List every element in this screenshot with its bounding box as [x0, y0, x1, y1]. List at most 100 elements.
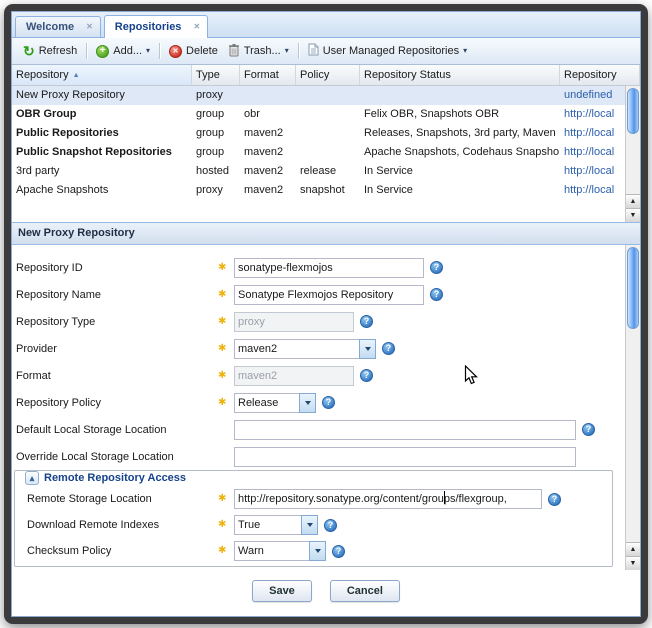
table-row[interactable]: Apache Snapshots proxy maven2 snapshot I… [12, 181, 625, 200]
cell-policy [296, 105, 360, 124]
repository-policy-combobox[interactable] [234, 392, 316, 413]
help-icon[interactable]: ? [324, 518, 337, 532]
help-icon[interactable]: ? [332, 544, 345, 558]
cell-status [360, 86, 560, 105]
field-label: Repository Name [16, 288, 101, 301]
tab-repositories[interactable]: Repositories ✕ [103, 15, 209, 38]
field-label: Remote Storage Location [27, 493, 152, 505]
grid-header: Repository ▲ Type Format Policy Reposito… [12, 65, 640, 86]
table-row[interactable]: New Proxy Repository proxy undefined [12, 86, 625, 105]
field-label: Download Remote Indexes [27, 519, 160, 531]
default-local-storage-input[interactable] [234, 419, 576, 440]
table-row[interactable]: Public Repositories group maven2 Release… [12, 124, 625, 143]
collapse-toggle[interactable]: ▴ [25, 471, 39, 485]
required-star-icon: ✱ [218, 545, 227, 556]
form-scrollbar[interactable]: ▲ ▼ [625, 245, 640, 570]
scroll-up-button[interactable]: ▲ [626, 194, 640, 208]
tab-welcome[interactable]: Welcome ✕ [15, 16, 101, 37]
help-icon[interactable]: ? [430, 288, 443, 301]
delete-label: Delete [186, 45, 218, 57]
refresh-button[interactable]: ↻ Refresh [18, 41, 82, 61]
cell-repository-link[interactable]: http://local [560, 124, 625, 143]
scroll-down-button[interactable]: ▼ [626, 208, 640, 222]
scrollbar-thumb[interactable] [627, 88, 639, 134]
cell-format [240, 86, 296, 105]
repository-form: Repository ID ✱ ? Repository Name ✱ ? Re… [12, 245, 640, 616]
checksum-policy-value[interactable] [234, 541, 309, 561]
scroll-down-button[interactable]: ▼ [626, 556, 640, 570]
help-icon[interactable]: ? [430, 261, 443, 274]
help-icon[interactable]: ? [382, 342, 395, 355]
required-star-icon: ✱ [218, 288, 227, 300]
cell-status: In Service [364, 165, 413, 177]
add-button[interactable]: + Add... ▾ [91, 41, 155, 61]
cell-repository: New Proxy Repository [16, 89, 125, 101]
help-icon[interactable]: ? [322, 396, 335, 409]
column-header-repository[interactable]: Repository ▲ [12, 65, 192, 85]
cell-repository: Apache Snapshots [16, 184, 109, 196]
cell-status: Felix OBR, Snapshots OBR [364, 108, 500, 120]
cell-repository-link[interactable]: undefined [560, 86, 625, 105]
table-row[interactable]: 3rd party hosted maven2 release In Servi… [12, 162, 625, 181]
cell-repository: OBR Group [16, 108, 77, 120]
help-icon[interactable]: ? [548, 492, 561, 506]
grid-scrollbar[interactable]: ▲ ▼ [625, 86, 640, 222]
cell-repository-link[interactable]: http://local [560, 162, 625, 181]
cell-repository-link[interactable]: http://local [560, 105, 625, 124]
download-remote-indexes-combobox[interactable] [234, 515, 318, 535]
column-header-repository-path[interactable]: Repository [560, 65, 640, 85]
required-star-icon: ✱ [218, 342, 227, 354]
sort-asc-icon: ▲ [72, 71, 80, 79]
cell-type: group [196, 108, 225, 120]
grid-body: New Proxy Repository proxy undefined OBR… [12, 86, 640, 222]
scroll-up-button[interactable]: ▲ [626, 542, 640, 556]
remote-storage-location-input[interactable] [234, 489, 542, 509]
checksum-policy-combobox[interactable] [234, 541, 326, 561]
cell-policy [296, 124, 360, 143]
user-managed-repositories-button[interactable]: User Managed Repositories ▾ [303, 41, 472, 61]
combo-trigger[interactable] [301, 515, 318, 535]
document-icon [308, 43, 319, 59]
combo-trigger[interactable] [309, 541, 326, 561]
cell-repository-link[interactable]: http://local [560, 181, 625, 200]
table-row[interactable]: OBR Group group obr Felix OBR, Snapshots… [12, 105, 625, 124]
cancel-button[interactable]: Cancel [329, 580, 400, 602]
combo-trigger[interactable] [299, 392, 316, 413]
provider-combobox[interactable] [234, 338, 376, 359]
delete-button[interactable]: ✕ Delete [164, 41, 223, 61]
provider-combobox-value[interactable] [234, 338, 359, 359]
help-icon[interactable]: ? [360, 315, 373, 328]
column-header-policy[interactable]: Policy [296, 65, 360, 85]
field-label: Override Local Storage Location [16, 450, 174, 463]
cell-type: proxy [196, 184, 223, 196]
close-icon[interactable]: ✕ [193, 23, 200, 31]
save-button[interactable]: Save [252, 580, 312, 602]
trash-button[interactable]: Trash... ▾ [223, 41, 294, 61]
form-scroll-area: Repository ID ✱ ? Repository Name ✱ ? Re… [12, 245, 625, 570]
column-header-type[interactable]: Type [192, 65, 240, 85]
chevron-down-icon: ▾ [284, 46, 289, 55]
refresh-label: Refresh [38, 45, 78, 57]
repository-id-input[interactable] [234, 257, 424, 278]
repository-policy-value[interactable] [234, 392, 299, 413]
help-icon[interactable]: ? [582, 423, 595, 436]
column-header-repository-status[interactable]: Repository Status [360, 65, 560, 85]
cell-type: group [196, 127, 225, 139]
help-icon[interactable]: ? [360, 369, 373, 382]
column-header-format[interactable]: Format [240, 65, 296, 85]
close-icon[interactable]: ✕ [86, 23, 93, 31]
cell-status: Releases, Snapshots, 3rd party, Maven [364, 127, 556, 139]
cell-format: maven2 [244, 165, 284, 177]
override-local-storage-input[interactable] [234, 446, 576, 467]
form-row: Remote Storage Location ✱ ? [23, 486, 612, 512]
repository-name-input[interactable] [234, 284, 424, 305]
scrollbar-thumb[interactable] [627, 247, 639, 329]
cell-policy: release [300, 165, 337, 177]
cell-policy [296, 143, 360, 162]
download-remote-indexes-value[interactable] [234, 515, 301, 535]
window-frame: Welcome ✕ Repositories ✕ ↻ Refresh + Add… [4, 4, 648, 624]
combo-trigger[interactable] [359, 338, 376, 359]
table-row[interactable]: Public Snapshot Repositories group maven… [12, 143, 625, 162]
cell-repository-link[interactable]: http://local [560, 143, 625, 162]
field-label: Repository ID [16, 261, 83, 274]
